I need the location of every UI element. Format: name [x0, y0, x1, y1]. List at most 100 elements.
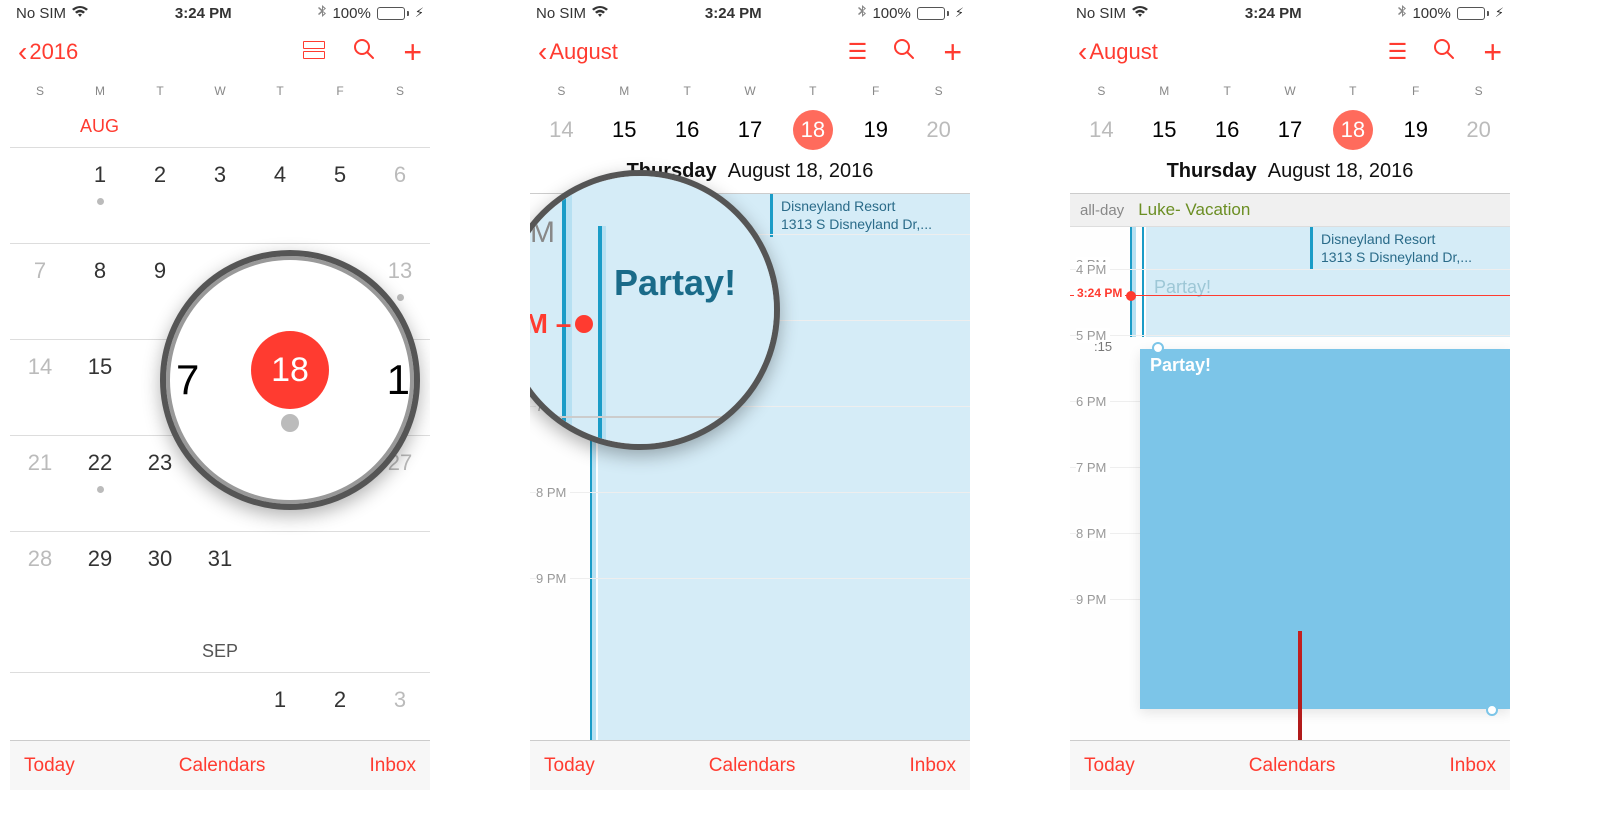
add-event-button[interactable]: +	[943, 34, 962, 71]
week-day[interactable]: 19	[1384, 110, 1447, 150]
day-timeline[interactable]: Disneyland Resort 1313 S Disneyland Dr,.…	[1070, 227, 1510, 740]
nav-bar: ‹ August ☰ +	[530, 26, 970, 78]
location-name: Disneyland Resort	[781, 198, 962, 216]
back-button[interactable]: ‹ August	[538, 36, 618, 68]
allday-row[interactable]: all-day Luke- Vacation	[1070, 194, 1510, 227]
weekday-label: T	[250, 84, 310, 98]
weekday-label: M	[70, 84, 130, 98]
hour-label: 6 PM	[1076, 394, 1110, 409]
month-day-cell[interactable]: 29	[70, 531, 130, 627]
month-day-cell[interactable]	[310, 531, 370, 627]
event-title[interactable]: Partay!	[614, 262, 736, 304]
calendars-button[interactable]: Calendars	[709, 755, 796, 777]
week-day[interactable]: 16	[1196, 110, 1259, 150]
day-title-weekday: Thursday	[1167, 160, 1257, 182]
month-day-cell[interactable]: 30	[130, 531, 190, 627]
week-day[interactable]: 14	[530, 110, 593, 150]
hour-label: 9 PM	[536, 571, 570, 586]
time-row[interactable]: 9 PM	[530, 578, 970, 664]
weekday-header: SMTWTFS	[1070, 78, 1510, 106]
search-button[interactable]	[1433, 38, 1455, 67]
selected-day[interactable]: 18	[793, 110, 833, 150]
add-event-button[interactable]: +	[1483, 34, 1502, 71]
event-dot-icon	[97, 198, 104, 205]
month-day-cell[interactable]: 3	[370, 672, 430, 732]
bottom-toolbar: Today Calendars Inbox	[1070, 740, 1510, 790]
week-day[interactable]: 15	[593, 110, 656, 150]
month-day-cell[interactable]: 21	[10, 435, 70, 531]
view-toggle-button[interactable]	[303, 38, 325, 66]
bottom-toolbar: Today Calendars Inbox	[10, 740, 430, 790]
inbox-button[interactable]: Inbox	[1450, 755, 1496, 777]
month-day-cell[interactable]	[250, 531, 310, 627]
week-strip[interactable]: 14151617 18 1920	[530, 106, 970, 160]
selected-day-bubble[interactable]: 18	[251, 331, 329, 409]
week-day[interactable]: 16	[656, 110, 719, 150]
search-button[interactable]	[353, 38, 375, 67]
month-day-cell[interactable]: 3	[190, 147, 250, 243]
week-day[interactable]: 19	[844, 110, 907, 150]
week-day[interactable]: 18	[1321, 110, 1384, 150]
week-day[interactable]: 20	[907, 110, 970, 150]
drag-handle-bottom[interactable]	[1486, 704, 1498, 716]
today-button[interactable]: Today	[544, 755, 595, 777]
month-day-cell[interactable]: 5	[310, 147, 370, 243]
calendars-button[interactable]: Calendars	[1249, 755, 1336, 777]
hour-label: 7 PM	[1076, 460, 1110, 475]
today-button[interactable]: Today	[24, 755, 75, 777]
today-button[interactable]: Today	[1084, 755, 1135, 777]
month-day-cell[interactable]	[10, 672, 70, 732]
week-day[interactable]: 18	[781, 110, 844, 150]
month-day-cell[interactable]: 8	[70, 243, 130, 339]
weekday-label: T	[656, 84, 719, 98]
month-day-cell[interactable]	[370, 531, 430, 627]
inbox-button[interactable]: Inbox	[370, 755, 416, 777]
month-day-cell[interactable]: 22	[70, 435, 130, 531]
month-day-cell[interactable]: 7	[10, 243, 70, 339]
inbox-button[interactable]: Inbox	[910, 755, 956, 777]
month-day-cell[interactable]: 1	[70, 147, 130, 243]
weekday-label: T	[1196, 84, 1259, 98]
month-day-cell[interactable]	[130, 672, 190, 732]
back-label: 2016	[29, 39, 78, 65]
search-button[interactable]	[893, 38, 915, 67]
week-strip[interactable]: 14151617 18 1920	[1070, 106, 1510, 160]
dragging-event[interactable]: Partay!	[1140, 349, 1510, 709]
back-button[interactable]: ‹ 2016	[18, 36, 78, 68]
wifi-icon	[592, 5, 608, 21]
selected-day[interactable]: 18	[1333, 110, 1373, 150]
month-day-cell[interactable]: 2	[130, 147, 190, 243]
week-day[interactable]: 15	[1133, 110, 1196, 150]
week-day[interactable]: 17	[1259, 110, 1322, 150]
month-day-cell[interactable]	[10, 147, 70, 243]
month-day-cell[interactable]	[190, 672, 250, 732]
month-day-cell[interactable]: 31	[190, 531, 250, 627]
event-dot-icon	[97, 486, 104, 493]
time-row[interactable]: 8 PM	[530, 492, 970, 578]
back-button[interactable]: ‹ August	[1078, 36, 1158, 68]
time-row[interactable]: 3 PM	[1070, 227, 1510, 269]
month-day-cell[interactable]: 14	[10, 339, 70, 435]
month-day-cell[interactable]: 4	[250, 147, 310, 243]
allday-event-title[interactable]: Luke- Vacation	[1138, 200, 1250, 220]
list-view-button[interactable]: ☰	[1388, 39, 1406, 65]
adjacent-day-left: 7	[176, 356, 199, 404]
month-day-cell[interactable]: 1	[250, 672, 310, 732]
add-event-button[interactable]: +	[403, 34, 422, 71]
day-title-date: August 18, 2016	[1268, 160, 1414, 182]
location-card[interactable]: Disneyland Resort 1313 S Disneyland Dr,.…	[770, 194, 970, 237]
week-day[interactable]: 17	[719, 110, 782, 150]
calendars-button[interactable]: Calendars	[179, 755, 266, 777]
month-day-cell[interactable]: 6	[370, 147, 430, 243]
list-view-button[interactable]: ☰	[848, 39, 866, 65]
drag-handle-top[interactable]	[1152, 342, 1164, 354]
time-row[interactable]: 4 PM	[1070, 269, 1510, 335]
week-day[interactable]: 20	[1447, 110, 1510, 150]
carrier-label: No SIM	[1076, 5, 1126, 22]
week-day[interactable]: 14	[1070, 110, 1133, 150]
month-day-cell[interactable]	[70, 672, 130, 732]
month-day-cell[interactable]: 2	[310, 672, 370, 732]
month-day-cell[interactable]: 15	[70, 339, 130, 435]
now-indicator: 3:24 PM	[1070, 295, 1510, 296]
month-day-cell[interactable]: 28	[10, 531, 70, 627]
